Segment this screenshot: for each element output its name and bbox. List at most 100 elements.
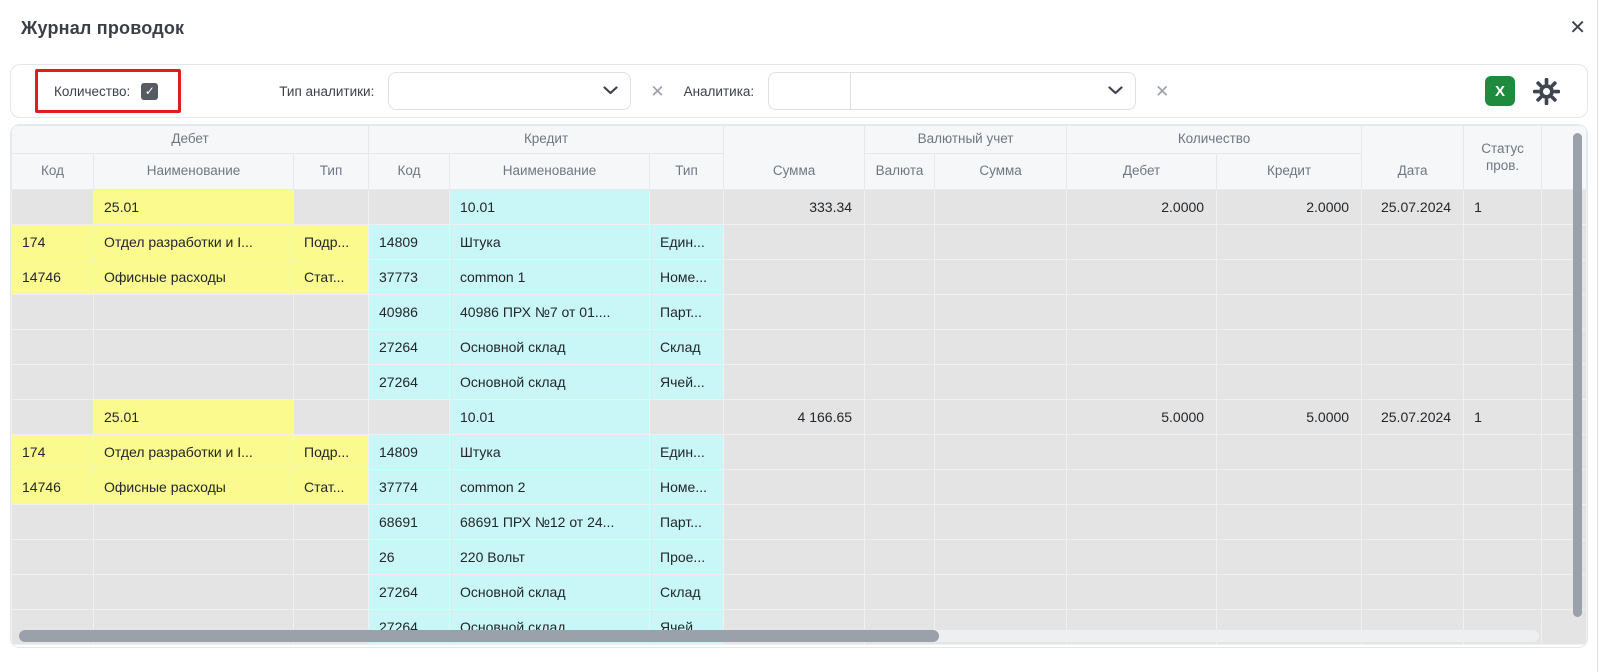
close-icon[interactable]: ✕ [1569,18,1586,38]
debit-type-cell [294,505,369,540]
date-cell [1362,330,1464,365]
sum-cell [724,365,865,400]
qty-credit-cell [1217,435,1362,470]
currency-sum-cell [935,540,1067,575]
credit-code-cell [369,190,450,225]
analytics-label: Аналитика: [684,84,755,99]
table-row[interactable]: 6869168691 ПРХ №12 от 24...Парт... [12,505,1587,540]
header-debit-code: Код [12,154,94,190]
date-cell [1362,365,1464,400]
status-cell [1464,225,1542,260]
chevron-down-icon [603,82,618,100]
debit-code-cell [12,575,94,610]
table-row[interactable]: 27264Основной складЯчей... [12,365,1587,400]
quantity-checkbox[interactable]: ✓ [141,83,158,100]
currency-cell [865,190,935,225]
status-cell [1464,470,1542,505]
qty-credit-cell [1217,540,1362,575]
excel-export-button[interactable]: X [1485,76,1515,106]
credit-name-cell: 220 Вольт [450,540,650,575]
table-row[interactable]: 26220 ВольтПрое... [12,540,1587,575]
qty-debit-cell [1067,295,1217,330]
journal-table-container: Дебет Кредит Сумма Валютный учет Количес… [10,124,1588,648]
date-cell [1362,575,1464,610]
currency-cell [865,540,935,575]
table-row[interactable]: 25.0110.01333.342.00002.000025.07.20241 [12,190,1587,225]
header-debit-group: Дебет [12,126,369,154]
date-cell [1362,540,1464,575]
analytics-combo [768,72,1136,110]
credit-type-cell [650,190,724,225]
horizontal-scrollbar[interactable] [19,630,1539,642]
qty-debit-cell: 2.0000 [1067,190,1217,225]
qty-credit-cell [1217,330,1362,365]
debit-name-cell: 25.01 [94,400,294,435]
table-row[interactable]: 174Отдел разработки и I...Подр...14809Шт… [12,225,1587,260]
date-cell [1362,435,1464,470]
date-cell: 25.07.2024 [1362,190,1464,225]
credit-type-cell: Номе... [650,260,724,295]
table-row[interactable]: 25.0110.014 166.655.00005.000025.07.2024… [12,400,1587,435]
debit-code-cell: 14746 [12,470,94,505]
credit-code-cell: 14809 [369,225,450,260]
header-credit-name: Наименование [450,154,650,190]
header-debit-type: Тип [294,154,369,190]
date-cell [1362,225,1464,260]
sum-cell [724,295,865,330]
horizontal-scrollbar-thumb[interactable] [19,630,939,642]
credit-type-cell: Парт... [650,505,724,540]
debit-name-cell: Офисные расходы [94,470,294,505]
debit-type-cell [294,330,369,365]
table-row[interactable]: 27264Основной складСклад [12,575,1587,610]
clear-analytics-icon[interactable]: ✕ [1155,83,1169,100]
analytics-code-input[interactable] [769,73,851,109]
settings-gear-icon[interactable] [1532,77,1561,106]
debit-name-cell: 25.01 [94,190,294,225]
analytics-type-label: Тип аналитики: [279,84,374,99]
sum-cell [724,575,865,610]
credit-type-cell: Един... [650,225,724,260]
header-date: Дата [1362,126,1464,190]
currency-sum-cell [935,295,1067,330]
table-row[interactable]: 14746Офисные расходыСтат...37774common 2… [12,470,1587,505]
debit-type-cell: Подр... [294,225,369,260]
credit-code-cell: 26 [369,540,450,575]
sum-cell [724,225,865,260]
credit-code-cell: 68691 [369,505,450,540]
header-quantity-group: Количество [1067,126,1362,154]
status-cell [1464,505,1542,540]
table-row[interactable]: 174Отдел разработки и I...Подр...14809Шт… [12,435,1587,470]
table-row[interactable]: 4098640986 ПРХ №7 от 01....Парт... [12,295,1587,330]
date-cell [1362,260,1464,295]
debit-code-cell [12,330,94,365]
qty-credit-cell [1217,225,1362,260]
debit-type-cell: Стат... [294,470,369,505]
chevron-down-icon [1108,82,1123,100]
status-cell [1464,365,1542,400]
currency-cell [865,575,935,610]
qty-credit-cell [1217,505,1362,540]
quantity-label: Количество: [54,84,130,99]
qty-credit-cell [1217,260,1362,295]
debit-type-cell: Подр... [294,435,369,470]
table-row[interactable]: 27264Основной складСклад [12,330,1587,365]
debit-name-cell: Отдел разработки и I... [94,225,294,260]
vertical-scrollbar-thumb[interactable] [1573,133,1582,617]
debit-code-cell [12,540,94,575]
table-row[interactable]: 14746Офисные расходыСтат...37773common 1… [12,260,1587,295]
currency-cell [865,435,935,470]
currency-cell [865,365,935,400]
analytics-type-select[interactable] [388,72,631,110]
currency-sum-cell [935,505,1067,540]
qty-debit-cell [1067,435,1217,470]
credit-name-cell: Штука [450,225,650,260]
vertical-scrollbar[interactable] [1573,133,1582,617]
analytics-select[interactable] [851,73,1135,109]
clear-analytics-type-icon[interactable]: ✕ [650,83,664,100]
currency-cell [865,260,935,295]
qty-debit-cell [1067,540,1217,575]
sum-cell [724,505,865,540]
header-currency-sum: Сумма [935,154,1067,190]
currency-sum-cell [935,190,1067,225]
page-title: Журнал проводок [21,18,184,39]
